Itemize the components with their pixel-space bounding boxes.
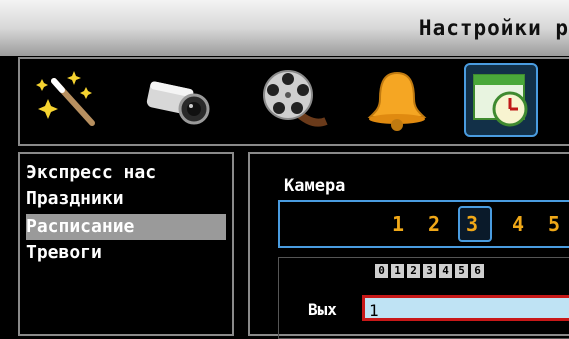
hour-cell[interactable]: 3: [423, 264, 436, 278]
camera-icon[interactable]: [140, 65, 214, 135]
menu-item-alarms[interactable]: Тревоги: [26, 240, 226, 266]
hour-cell[interactable]: 6: [471, 264, 484, 278]
magic-wand-icon[interactable]: [34, 65, 108, 135]
hour-cell[interactable]: 1: [391, 264, 404, 278]
icon-toolbar: [18, 57, 569, 146]
window-title: Настройки р: [418, 16, 569, 40]
hour-cell[interactable]: 4: [439, 264, 452, 278]
title-bar: Настройки р: [0, 0, 569, 56]
output-input[interactable]: 1: [362, 295, 569, 321]
camera-option-1[interactable]: 1: [392, 212, 404, 236]
settings-menu: Экспресс нас Праздники Расписание Тревог…: [18, 152, 234, 336]
camera-option-4[interactable]: 4: [512, 212, 524, 236]
menu-item-express[interactable]: Экспресс нас: [26, 160, 226, 186]
hour-cell[interactable]: 0: [375, 264, 388, 278]
camera-label: Камера: [284, 176, 346, 196]
hour-cell[interactable]: 5: [455, 264, 468, 278]
menu-item-holidays[interactable]: Праздники: [26, 186, 226, 212]
bell-icon[interactable]: [360, 65, 434, 135]
film-reel-icon[interactable]: [256, 65, 330, 135]
menu-item-schedule[interactable]: Расписание: [26, 214, 226, 240]
camera-option-3[interactable]: 3: [466, 212, 478, 236]
schedule-clock-icon[interactable]: [464, 63, 538, 137]
camera-option-2[interactable]: 2: [428, 212, 440, 236]
hour-cell[interactable]: 2: [407, 264, 420, 278]
output-label: Вых: [308, 300, 337, 319]
camera-selector: [278, 200, 569, 248]
camera-option-5[interactable]: 5: [548, 212, 560, 236]
